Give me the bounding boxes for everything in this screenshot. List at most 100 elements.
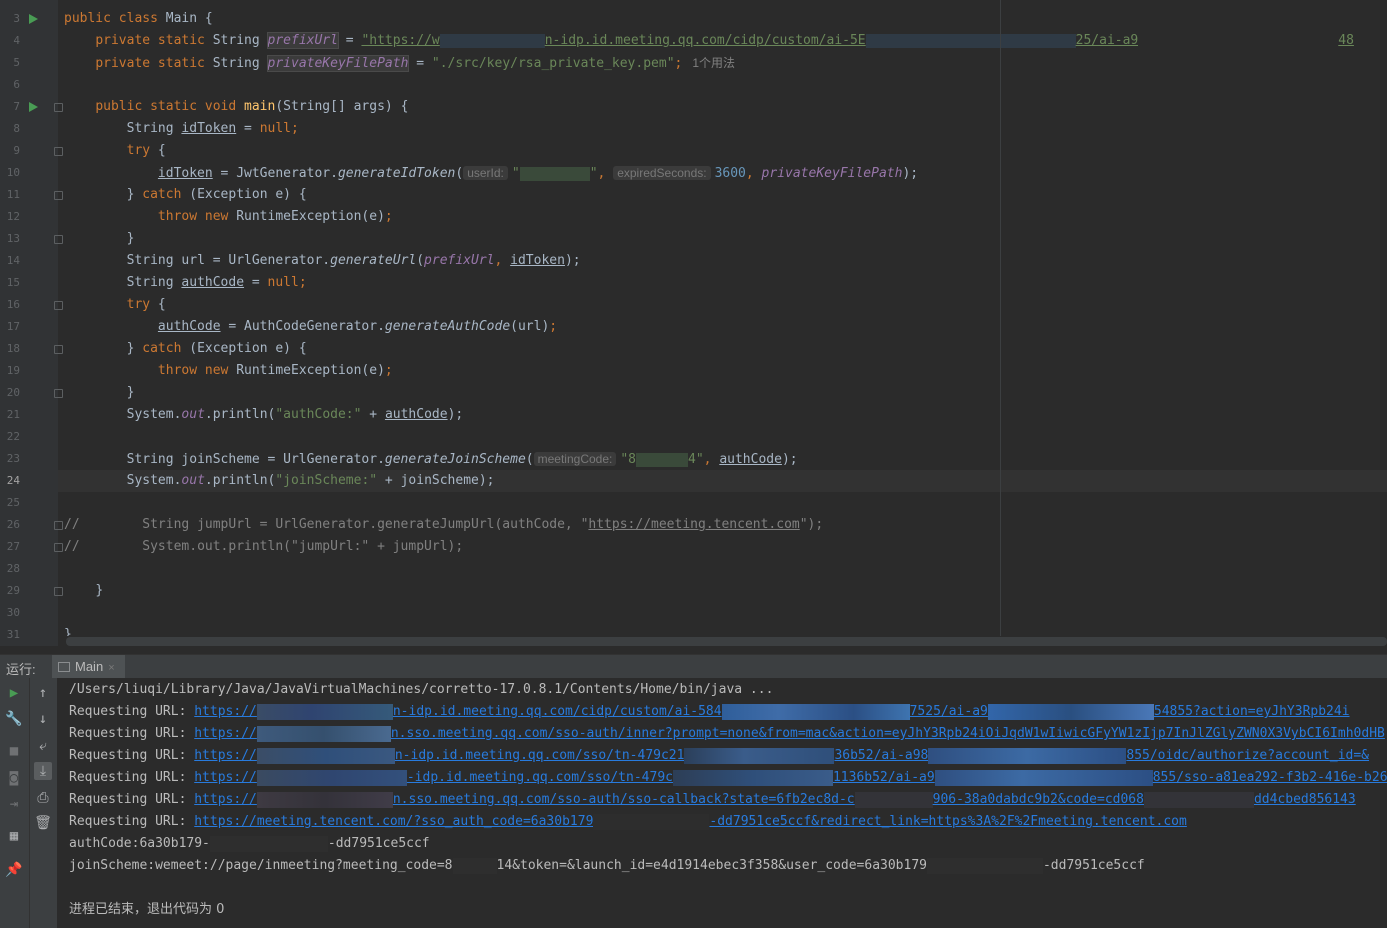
- request-url-link-3[interactable]: https://: [194, 748, 257, 763]
- run-gutter-icon[interactable]: [29, 14, 38, 24]
- gutter-line-24: 24: [0, 470, 83, 492]
- console-line-joinscheme: joinScheme:wemeet://page/inmeeting?meeti…: [69, 857, 1145, 874]
- code-line-13: }: [126, 231, 135, 246]
- gutter-line-26: 26: [0, 514, 63, 536]
- usages-hint[interactable]: 1个用法: [692, 56, 735, 70]
- line-number: 30: [6, 606, 20, 619]
- gutter-line-23: 23: [0, 448, 58, 470]
- soft-wrap-icon[interactable]: ⤶: [34, 737, 52, 755]
- line-number: 13: [6, 232, 20, 245]
- rerun-icon[interactable]: ▶: [5, 684, 23, 702]
- request-url-link-6[interactable]: https://meeting.tencent.com/?sso_auth_co…: [194, 814, 593, 829]
- param-hint-userid: userId:: [463, 166, 508, 180]
- line-number: 22: [6, 430, 20, 443]
- line-number: 4: [13, 34, 20, 47]
- gutter-line-22: 22: [0, 426, 58, 448]
- gutter-line-30: 30: [0, 602, 58, 624]
- gutter-line-8: 8: [0, 118, 58, 140]
- code-line-5: private static String privateKeyFilePath…: [95, 55, 736, 72]
- gutter-line-21: 21: [0, 404, 58, 426]
- print-icon[interactable]: ⎙: [34, 789, 52, 807]
- console-line-request-3: Requesting URL: https://n-idp.id.meeting…: [69, 747, 1370, 764]
- request-url-link-2[interactable]: https://: [194, 726, 257, 741]
- line-number: 21: [6, 408, 20, 421]
- line-number: 31: [6, 628, 20, 641]
- line-number: 12: [6, 210, 20, 223]
- gutter-line-4: 4: [0, 30, 58, 52]
- line-number: 29: [6, 584, 20, 597]
- code-line-11: } catch (Exception e) {: [126, 187, 307, 202]
- code-area[interactable]: public class Main { private static Strin…: [58, 0, 1387, 636]
- code-line-29: }: [95, 583, 104, 598]
- code-line-16: try {: [126, 297, 166, 312]
- privatekeyfilepath-field: privateKeyFilePath: [266, 55, 410, 72]
- console-line-request-5: Requesting URL: https://n.sso.meeting.qq…: [69, 791, 1356, 808]
- line-number: 3: [13, 12, 20, 25]
- right-margin-guide: [1000, 0, 1001, 636]
- gutter-line-28: 28: [0, 558, 58, 580]
- run-label: 运行:: [6, 662, 36, 677]
- run-toolbar-left: ▶ 🔧 ■ ◙ ⇥ ▦ 📌: [0, 678, 29, 928]
- code-editor[interactable]: 3 4 5 6 7 8 9 10 11 12 13 14 15 16 17 18 19 20 21 22 23 24 25 2…: [0, 0, 1387, 646]
- line-number: 26: [6, 518, 20, 531]
- gutter-line-20: 20: [0, 382, 63, 404]
- run-tab-main[interactable]: Main ×: [52, 655, 125, 678]
- gutter-line-17: 17: [0, 316, 58, 338]
- gutter-line-5: 5: [0, 52, 58, 74]
- line-number: 19: [6, 364, 20, 377]
- line-number: 5: [13, 56, 20, 69]
- code-line-31: }: [64, 627, 72, 636]
- line-number: 28: [6, 562, 20, 575]
- gutter-line-14: 14: [0, 250, 58, 272]
- gutter-line-19: 19: [0, 360, 58, 382]
- code-line-21: System.out.println("authCode:" + authCod…: [126, 407, 464, 422]
- run-tab-label: Main: [75, 659, 104, 674]
- horizontal-scrollbar[interactable]: [66, 637, 1387, 646]
- scroll-to-end-icon[interactable]: ⤓: [34, 762, 52, 780]
- line-number: 23: [6, 452, 20, 465]
- down-arrow-icon[interactable]: ↓: [34, 710, 52, 728]
- up-arrow-icon[interactable]: ↑: [34, 684, 52, 702]
- pin-icon[interactable]: 📌: [5, 861, 23, 879]
- code-line-23: String joinScheme = UrlGenerator.generat…: [126, 452, 798, 467]
- request-url-link-4[interactable]: https://: [194, 770, 257, 785]
- code-line-10: idToken = JwtGenerator.generateIdToken(u…: [157, 166, 919, 181]
- line-number: 17: [6, 320, 20, 333]
- run-tool-window-header: 运行: Main ×: [0, 654, 1387, 678]
- console-icon: [58, 662, 70, 672]
- camera-icon[interactable]: ◙: [5, 769, 23, 787]
- gutter-line-29: 29: [0, 580, 63, 602]
- gutter-line-16: 16: [0, 294, 63, 316]
- code-line-27: // System.out.println("jumpUrl:" + jumpU…: [64, 539, 464, 554]
- layout-icon[interactable]: ▦: [5, 827, 23, 845]
- line-number: 10: [6, 166, 20, 179]
- gutter-line-13: 13: [0, 228, 63, 250]
- console-line-java-path: /Users/liuqi/Library/Java/JavaVirtualMac…: [69, 682, 774, 697]
- console-line-request-2: Requesting URL: https://n.sso.meeting.qq…: [69, 725, 1385, 742]
- code-line-15: String authCode = null;: [126, 275, 307, 290]
- close-icon[interactable]: ×: [108, 662, 114, 674]
- stop-icon[interactable]: ■: [5, 742, 23, 760]
- line-number: 9: [13, 144, 20, 157]
- wrench-icon[interactable]: 🔧: [5, 710, 23, 728]
- line-number: 8: [13, 122, 20, 135]
- line-number: 15: [6, 276, 20, 289]
- request-url-link-1[interactable]: https://: [194, 704, 257, 719]
- exit-icon[interactable]: ⇥: [5, 795, 23, 813]
- line-number: 24: [6, 474, 20, 487]
- gutter-line-6: 6: [0, 74, 58, 96]
- request-url-link-5[interactable]: https://: [194, 792, 257, 807]
- gutter-line-7: 7: [0, 96, 63, 118]
- gutter-line-9: 9: [0, 140, 63, 162]
- line-number: 6: [13, 78, 20, 91]
- console-output[interactable]: /Users/liuqi/Library/Java/JavaVirtualMac…: [57, 678, 1387, 928]
- run-toolbar-right: ↑ ↓ ⤶ ⤓ ⎙ 🗑: [29, 678, 57, 928]
- code-line-4: private static String prefixUrl = "https…: [95, 32, 1354, 49]
- run-gutter-icon[interactable]: [29, 102, 38, 112]
- trash-icon[interactable]: 🗑: [34, 814, 52, 832]
- code-line-9: try {: [126, 143, 166, 158]
- prefixurl-field: prefixUrl: [266, 32, 339, 49]
- line-number: 16: [6, 298, 20, 311]
- param-hint-expiredseconds: expiredSeconds:: [613, 166, 711, 180]
- code-line-20: }: [126, 385, 135, 400]
